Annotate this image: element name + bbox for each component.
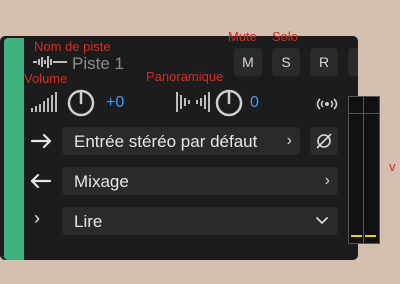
track-name[interactable]: Piste 1 <box>72 54 124 74</box>
automation-mode-select[interactable]: Lire <box>62 207 338 235</box>
annotation-right-edge: v <box>389 159 396 174</box>
phase-invert-button[interactable] <box>310 127 338 155</box>
volume-icon <box>31 92 57 112</box>
volume-value[interactable]: +0 <box>106 94 124 112</box>
chevron-down-icon <box>316 217 328 224</box>
annotation-track-name: Nom de piste <box>34 39 111 54</box>
automation-mode-label: Lire <box>74 212 103 231</box>
annotation-mute: Mute <box>228 29 257 44</box>
mute-button[interactable]: M <box>234 48 262 76</box>
track-color-strip[interactable] <box>4 38 24 260</box>
output-select[interactable]: Mixage › <box>62 167 338 195</box>
volume-knob[interactable] <box>66 88 96 118</box>
record-button[interactable]: R <box>310 48 338 76</box>
waveform-icon <box>33 56 67 68</box>
pan-value[interactable]: 0 <box>250 94 259 112</box>
solo-button[interactable]: S <box>272 48 300 76</box>
pan-knob[interactable] <box>214 88 244 118</box>
chevron-right-icon: › <box>324 172 330 189</box>
expand-chevron-icon[interactable]: › <box>34 208 40 229</box>
annotation-solo: Solo <box>272 29 299 44</box>
input-arrow-icon <box>30 134 52 148</box>
output-select-label: Mixage <box>74 172 129 191</box>
annotation-pan: Panoramique <box>146 69 224 84</box>
input-select-label: Entrée stéréo par défaut <box>74 132 258 151</box>
annotation-volume: Volume <box>24 71 68 86</box>
meter-level-left <box>351 235 362 237</box>
output-arrow-icon <box>30 174 52 188</box>
pan-icon <box>176 92 210 112</box>
level-meter <box>348 96 380 244</box>
broadcast-icon[interactable] <box>314 97 340 111</box>
input-select[interactable]: Entrée stéréo par défaut › <box>62 127 300 155</box>
meter-level-right <box>365 235 376 237</box>
input-monitor-button[interactable]: I <box>348 48 358 76</box>
chevron-right-icon: › <box>286 132 292 149</box>
meter-peak-indicator <box>349 97 379 114</box>
phase-invert-icon <box>316 133 332 149</box>
